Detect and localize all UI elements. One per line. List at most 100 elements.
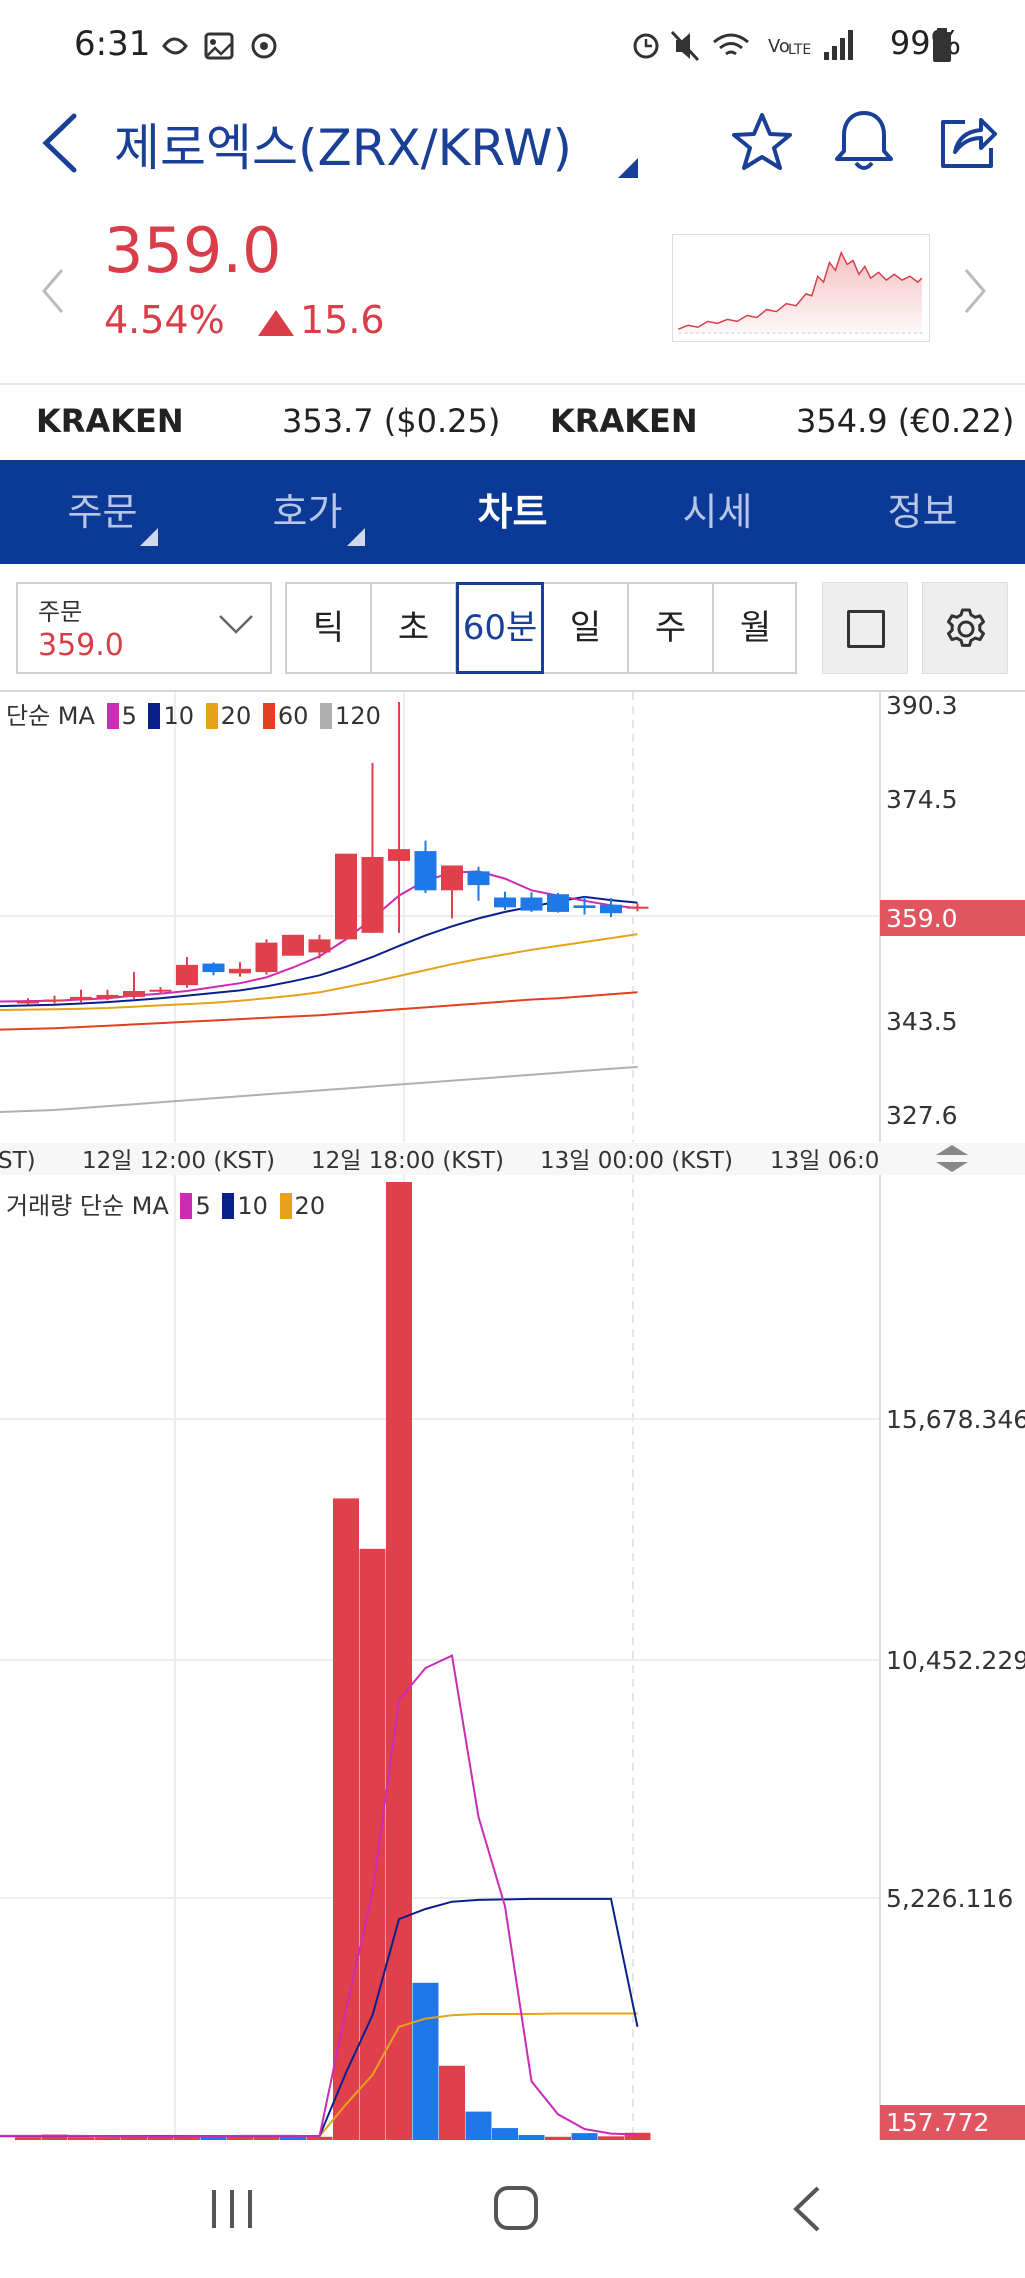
y-tick: 10,452.229 — [886, 1646, 1025, 1675]
order-select-label: 주문 — [38, 598, 83, 626]
y-tick: 327.6 — [886, 1101, 958, 1130]
tab-label: 호가 — [272, 490, 343, 534]
page-title[interactable]: 제로엑스(ZRX/KRW) — [114, 108, 572, 180]
candle-body — [467, 871, 490, 886]
tab-label: 정보 — [887, 490, 958, 534]
legend-period: 5 — [195, 1192, 211, 1220]
candle-body — [414, 851, 437, 891]
candle-body — [335, 853, 357, 940]
interval-tick[interactable]: 틱 — [287, 584, 372, 672]
price-y-axis: 390.3 374.5 343.5 327.6 359.0 — [880, 692, 1025, 1130]
interval-selector: 틱 초 60분 일 주 월 — [285, 582, 797, 674]
legend-period: 10 — [237, 1192, 268, 1220]
exchange-price: 354.9 (€0.22) — [796, 402, 1015, 440]
current-price-axis-label: 359.0 — [886, 904, 958, 933]
system-status-icons: Vo LTE — [633, 30, 853, 62]
alarm-bell-icon[interactable] — [832, 108, 896, 174]
y-tick: 5,226.116 — [886, 1884, 1013, 1913]
back-button[interactable] — [30, 108, 90, 178]
ma5-swatch — [106, 703, 119, 729]
x-tick: ST) — [0, 1148, 36, 1174]
change-rate: 4.54% — [104, 298, 225, 342]
mini-sparkline-chart[interactable] — [672, 234, 930, 342]
candle-body — [17, 1001, 39, 1004]
volume-bar — [333, 1498, 359, 2140]
interval-month[interactable]: 월 — [714, 584, 797, 672]
ma5-swatch — [180, 1193, 193, 1219]
drawing-tool-button[interactable] — [822, 582, 908, 674]
favorite-star-icon[interactable] — [730, 110, 794, 174]
recent-apps-icon[interactable] — [208, 2186, 256, 2232]
order-select[interactable]: 주문 359.0 — [16, 582, 272, 674]
main-tab-bar: 주문 호가 차트 시세 정보 — [0, 460, 1025, 564]
title-dropdown-icon[interactable] — [618, 158, 638, 178]
tab-label: 주문 — [67, 490, 138, 534]
candle-body — [520, 897, 543, 911]
candle-body — [573, 905, 596, 908]
ma20-swatch — [279, 1193, 292, 1219]
tab-chart[interactable]: 차트 — [410, 460, 615, 564]
volume-ma-line-10 — [0, 1897, 639, 2138]
tab-orderbook[interactable]: 호가 — [205, 460, 410, 564]
volume-bar — [571, 2133, 598, 2140]
candle-body — [43, 999, 66, 1002]
candle-body — [494, 897, 516, 908]
candle-body — [441, 865, 463, 891]
volume-bar — [465, 2111, 492, 2140]
volume-chart-grid — [0, 1175, 881, 2140]
volume-ma-line-5 — [0, 1654, 638, 2138]
interval-second[interactable]: 초 — [372, 584, 457, 672]
x-tick: 13일 06:00 — [770, 1148, 894, 1174]
volume-ma-legend: 거래량 단순 MA 5 10 20 — [6, 1186, 325, 1221]
ma60-swatch — [262, 703, 275, 729]
tab-order[interactable]: 주문 — [0, 460, 205, 564]
ma120-swatch — [320, 703, 333, 729]
square-icon — [847, 610, 885, 648]
tab-market-price[interactable]: 시세 — [615, 460, 820, 564]
last-volume-label: 157.772 — [886, 2108, 989, 2137]
candle-body — [282, 934, 304, 956]
candle-body — [547, 894, 569, 912]
x-tick: 12일 18:00 (KST) — [311, 1148, 504, 1174]
legend-period: 10 — [163, 702, 195, 730]
next-coin-arrow-icon[interactable] — [960, 266, 990, 316]
y-tick: 343.5 — [886, 1007, 958, 1036]
price-chart-grid — [0, 692, 881, 1142]
y-tick: 15,678.346 — [886, 1405, 1025, 1434]
exchange-name: KRAKEN — [550, 402, 698, 440]
change-amount: 15.6 — [300, 298, 385, 342]
x-tick: 12일 12:00 (KST) — [82, 1148, 275, 1174]
legend-prefix: 단순 MA — [6, 702, 95, 730]
volume-bar — [492, 2128, 518, 2140]
volume-bar — [386, 1182, 412, 2140]
prev-coin-arrow-icon[interactable] — [38, 266, 68, 316]
candle-body — [255, 942, 278, 973]
tab-label: 시세 — [682, 490, 753, 534]
gear-icon — [947, 608, 985, 647]
tab-menu-icon — [347, 528, 365, 546]
home-icon[interactable] — [492, 2184, 540, 2232]
status-time: 6:31 — [74, 24, 151, 64]
share-icon[interactable] — [935, 108, 999, 174]
legend-period: 20 — [294, 1192, 326, 1220]
volume-y-axis: 15,678.346 10,452.229 5,226.116 157.772 — [880, 1405, 1025, 2140]
candle-body — [96, 994, 119, 999]
current-price: 359.0 — [104, 214, 282, 287]
ma20-swatch — [205, 703, 218, 729]
ma10-swatch — [222, 1193, 235, 1219]
candle-body — [176, 964, 198, 986]
candle-body — [388, 849, 410, 861]
interval-60min[interactable]: 60분 — [456, 582, 544, 674]
chart-area[interactable]: 390.3 374.5 343.5 327.6 359.0 ST) 12일 12… — [0, 692, 1025, 2140]
divider — [0, 383, 1025, 385]
chart-settings-button[interactable] — [922, 582, 1008, 674]
interval-day[interactable]: 일 — [544, 584, 629, 672]
volume-moving-averages — [0, 1654, 639, 2138]
candle-body — [229, 968, 251, 974]
tab-info[interactable]: 정보 — [820, 460, 1025, 564]
tab-menu-icon — [140, 528, 158, 546]
interval-week[interactable]: 주 — [629, 584, 714, 672]
nav-back-icon[interactable] — [788, 2184, 824, 2234]
legend-period: 120 — [335, 702, 381, 730]
legend-period: 20 — [220, 702, 252, 730]
